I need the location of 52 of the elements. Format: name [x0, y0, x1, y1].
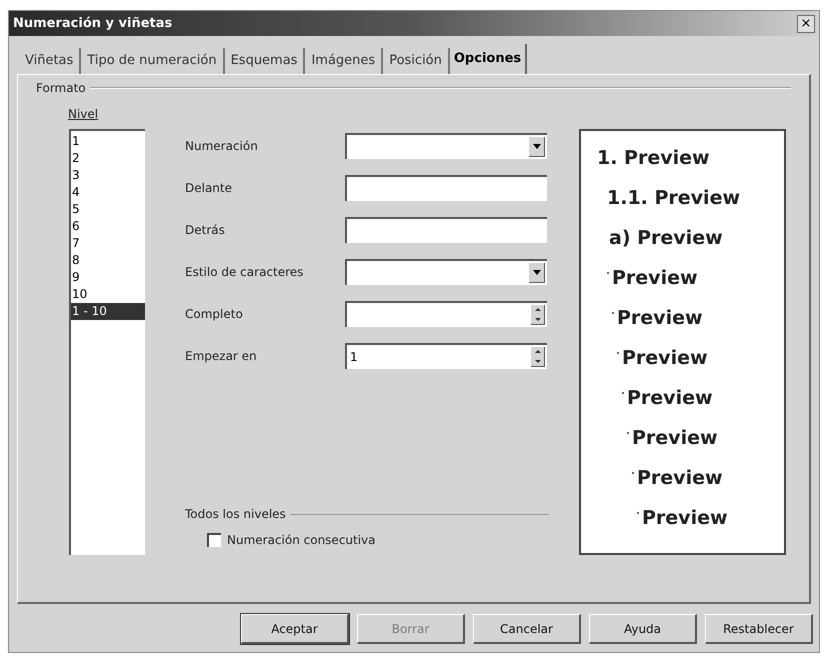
checkbox-label: Numeración consecutiva [227, 532, 376, 549]
field-label: Estilo de caracteres [185, 264, 304, 281]
preview-line: a) Preview [609, 226, 723, 251]
spin-buttons-icon[interactable] [531, 305, 545, 325]
input-field[interactable] [345, 301, 547, 327]
level-item[interactable]: 1 - 10 [71, 303, 145, 320]
input-field[interactable] [345, 217, 547, 243]
field-label: Delante [185, 180, 234, 197]
level-item[interactable]: 2 [71, 150, 145, 167]
level-item[interactable]: 6 [71, 218, 145, 235]
level-item[interactable]: 10 [71, 286, 145, 303]
preview-line: Preview [642, 506, 728, 531]
preview-line: 1. Preview [597, 146, 710, 171]
level-item[interactable]: 1 [71, 133, 145, 150]
preview-line: Preview [632, 426, 718, 451]
level-item[interactable]: 8 [71, 252, 145, 269]
preview-line: 1.1. Preview [607, 186, 740, 211]
dropdown[interactable] [345, 133, 547, 159]
field-label: Empezar en [185, 348, 258, 365]
level-label: Nivel [68, 106, 100, 123]
level-item[interactable]: 4 [71, 184, 145, 201]
level-item[interactable]: 3 [71, 167, 145, 184]
field-label: Detrás [185, 222, 226, 239]
preview-line: Preview [627, 386, 713, 411]
tab[interactable]: Esquemas [224, 48, 306, 74]
button[interactable]: Cancelar [473, 614, 581, 644]
preview-line: Preview [637, 466, 723, 491]
dropdown[interactable] [345, 259, 547, 285]
level-list[interactable]: 1 2 3 4 5 6 7 8 9 10 1 - 10 [69, 129, 145, 555]
preview-line: Preview [612, 266, 698, 291]
window-title: Numeración y viñetas [12, 14, 172, 33]
preview-line: Preview [622, 346, 708, 371]
button[interactable]: Ayuda [589, 614, 697, 644]
field-label: Numeración [185, 138, 259, 155]
tab[interactable]: Imágenes [305, 48, 384, 74]
level-item[interactable]: 5 [71, 201, 145, 218]
checkbox[interactable] [207, 533, 221, 547]
preview-line: Preview [617, 306, 703, 331]
button[interactable]: Restablecer [705, 614, 813, 644]
tab[interactable]: Tipo de numeración [81, 48, 225, 74]
spin-buttons-icon[interactable] [531, 347, 545, 367]
input-field[interactable]: 1 [345, 343, 547, 369]
field-value: 1 [349, 349, 358, 366]
tab[interactable]: Viñetas [19, 48, 82, 74]
level-item[interactable]: 9 [71, 269, 145, 286]
group-title: Formato [36, 80, 86, 97]
close-button[interactable]: × [797, 14, 815, 32]
field-label: Completo [185, 306, 244, 323]
button[interactable]: Aceptar [241, 614, 349, 644]
group-title: Todos los niveles [185, 506, 286, 523]
level-item[interactable]: 7 [71, 235, 145, 252]
input-field[interactable] [345, 175, 547, 201]
